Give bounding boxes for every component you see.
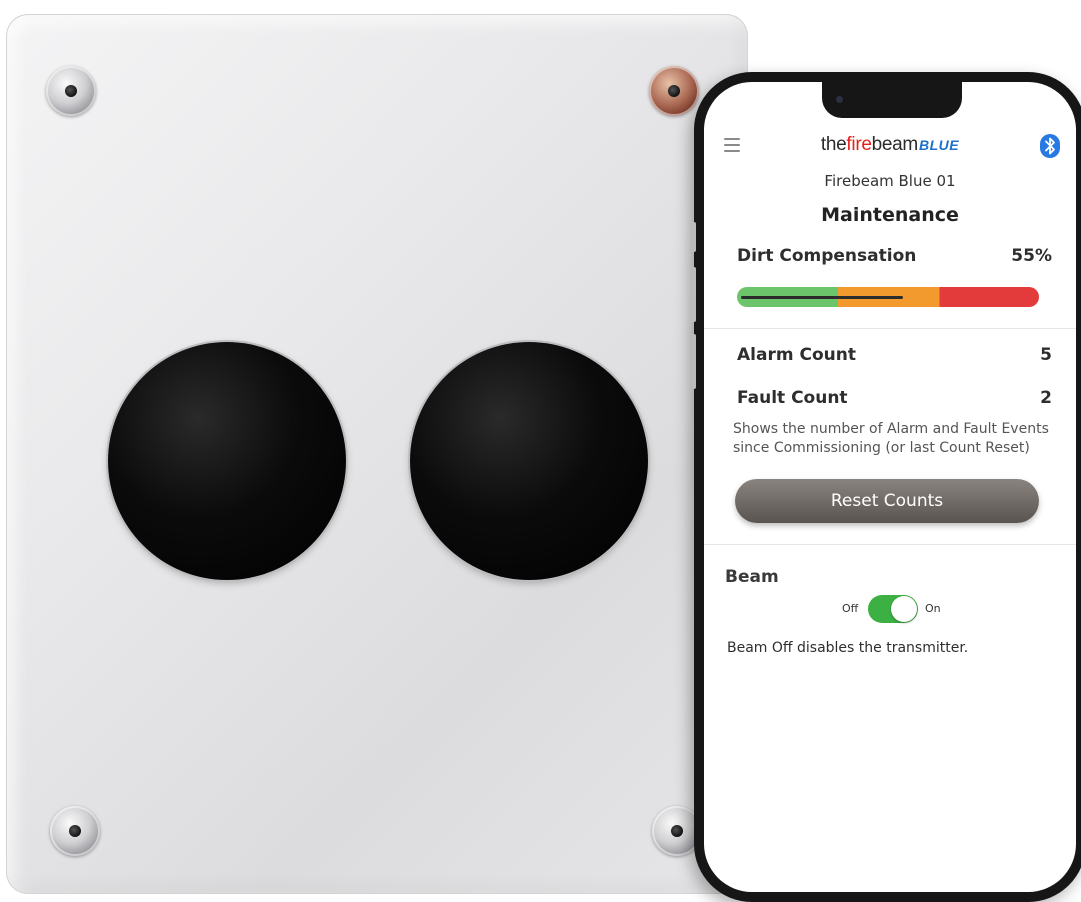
alarm-count-value: 5 — [1040, 345, 1052, 365]
page-title: Maintenance — [821, 204, 959, 226]
fault-count-value: 2 — [1040, 388, 1052, 408]
dirt-compensation-label: Dirt Compensation — [737, 246, 917, 266]
beam-toggle-off-label: Off — [842, 602, 859, 615]
phone-side-button — [691, 222, 696, 252]
dirt-level-indicator — [741, 296, 903, 299]
counts-description: Shows the number of Alarm and Fault Even… — [733, 421, 1049, 456]
logo-text-beam: beam — [871, 134, 919, 155]
reset-counts-button[interactable]: Reset Counts — [735, 479, 1039, 523]
phone-notch — [822, 82, 962, 118]
logo-text-fire: fire — [846, 134, 872, 155]
beam-note: Beam Off disables the transmitter. — [727, 640, 969, 656]
beam-detector-housing — [6, 14, 748, 894]
alarm-count-label: Alarm Count — [737, 345, 856, 365]
section-divider — [704, 544, 1076, 545]
beam-toggle-switch[interactable] — [868, 595, 918, 623]
corner-screw-bottom-left — [50, 806, 100, 856]
fault-count-label: Fault Count — [737, 388, 848, 408]
logo-text-blue: BLUE — [918, 137, 960, 153]
app-screen: thefirebeamBLUE Firebeam Blue 01 Mainten… — [704, 82, 1076, 892]
corner-screw-top-left — [46, 66, 96, 116]
dirt-compensation-bar — [737, 287, 1039, 307]
section-divider — [704, 328, 1076, 329]
phone-volume-down — [691, 334, 696, 389]
phone-frame: thefirebeamBLUE Firebeam Blue 01 Mainten… — [691, 72, 1081, 902]
corner-screw-top-right — [649, 66, 699, 116]
beam-section-title: Beam — [725, 567, 779, 587]
toggle-knob — [891, 596, 917, 622]
device-name: Firebeam Blue 01 — [824, 172, 956, 190]
app-logo: thefirebeamBLUE — [704, 134, 1076, 156]
phone-volume-up — [691, 267, 696, 322]
beam-toggle-on-label: On — [925, 602, 941, 615]
dirt-compensation-value: 55% — [1011, 246, 1052, 266]
transmitter-lens — [108, 342, 346, 580]
receiver-lens — [410, 342, 648, 580]
bluetooth-icon[interactable] — [1040, 134, 1060, 158]
logo-text-the: the — [820, 134, 847, 155]
